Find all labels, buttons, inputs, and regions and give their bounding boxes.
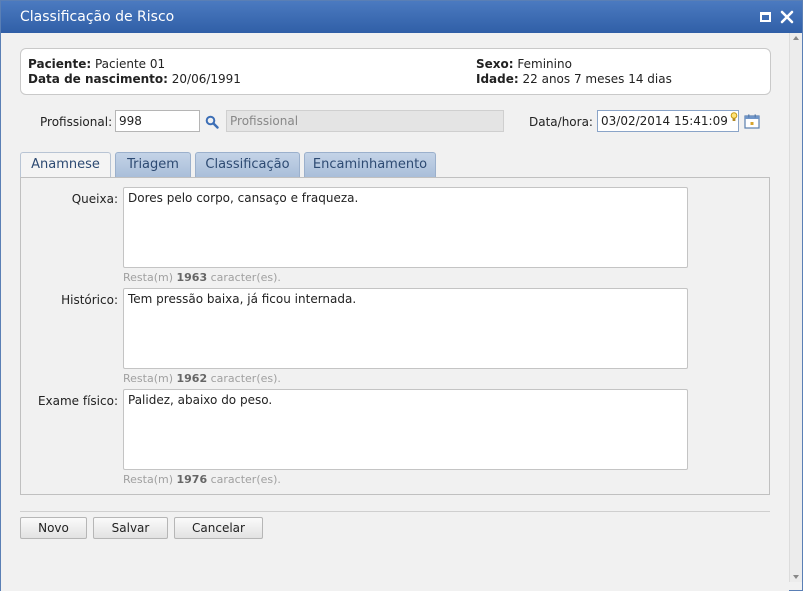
- window-title: Classificação de Risco: [20, 9, 175, 25]
- vertical-scrollbar[interactable]: [789, 33, 802, 582]
- historico-char-counter: Resta(m) 1962 caracter(es).: [123, 372, 281, 385]
- tab-anamnese[interactable]: Anamnese: [20, 152, 111, 179]
- patient-sex: Sexo: Feminino: [476, 57, 572, 71]
- anamnese-panel: Queixa: Dores pelo corpo, cansaço e fraq…: [20, 177, 770, 495]
- historico-label: Histórico:: [61, 293, 118, 307]
- datetime-label: Data/hora:: [529, 115, 593, 129]
- queixa-label: Queixa:: [71, 192, 118, 206]
- exame-fisico-label: Exame físico:: [37, 394, 118, 408]
- scroll-down-icon[interactable]: [793, 575, 799, 579]
- scroll-up-icon[interactable]: [793, 36, 799, 40]
- patient-info-panel: Paciente: Paciente 01 Data de nascimento…: [20, 48, 771, 95]
- tab-classificacao[interactable]: Classificação: [195, 152, 300, 177]
- hint-bulb-icon: [730, 111, 738, 121]
- queixa-textarea[interactable]: Dores pelo corpo, cansaço e fraqueza.: [123, 187, 688, 268]
- cancel-button[interactable]: Cancelar: [174, 517, 263, 539]
- historico-textarea[interactable]: Tem pressão baixa, já ficou internada.: [123, 288, 688, 369]
- dialog-content: Paciente: Paciente 01 Data de nascimento…: [1, 33, 789, 591]
- patient-birthdate: Data de nascimento: 20/06/1991: [28, 72, 241, 86]
- exame-fisico-char-counter: Resta(m) 1976 caracter(es).: [123, 473, 281, 486]
- datetime-input[interactable]: 03/02/2014 15:41:09: [597, 110, 739, 132]
- footer-divider: [20, 511, 770, 512]
- new-button[interactable]: Novo: [20, 517, 87, 539]
- professional-name-input: Profissional: [226, 110, 504, 132]
- tab-encaminhamento[interactable]: Encaminhamento: [304, 152, 436, 177]
- close-icon[interactable]: [780, 10, 794, 24]
- exame-fisico-textarea[interactable]: Palidez, abaixo do peso.: [123, 389, 688, 470]
- save-button[interactable]: Salvar: [93, 517, 168, 539]
- calendar-icon[interactable]: [744, 114, 760, 129]
- professional-label: Profissional:: [40, 115, 113, 129]
- patient-name: Paciente: Paciente 01: [28, 57, 166, 71]
- queixa-char-counter: Resta(m) 1963 caracter(es).: [123, 271, 281, 284]
- title-bar[interactable]: Classificação de Risco: [1, 1, 802, 33]
- classificacao-risco-dialog: Classificação de Risco Paciente: Pacient…: [0, 0, 803, 591]
- tab-triagem[interactable]: Triagem: [115, 152, 191, 177]
- maximize-icon[interactable]: [759, 10, 773, 24]
- professional-code-input[interactable]: 998: [115, 110, 200, 132]
- search-icon[interactable]: [205, 115, 219, 129]
- patient-age: Idade: 22 anos 7 meses 14 dias: [476, 72, 672, 86]
